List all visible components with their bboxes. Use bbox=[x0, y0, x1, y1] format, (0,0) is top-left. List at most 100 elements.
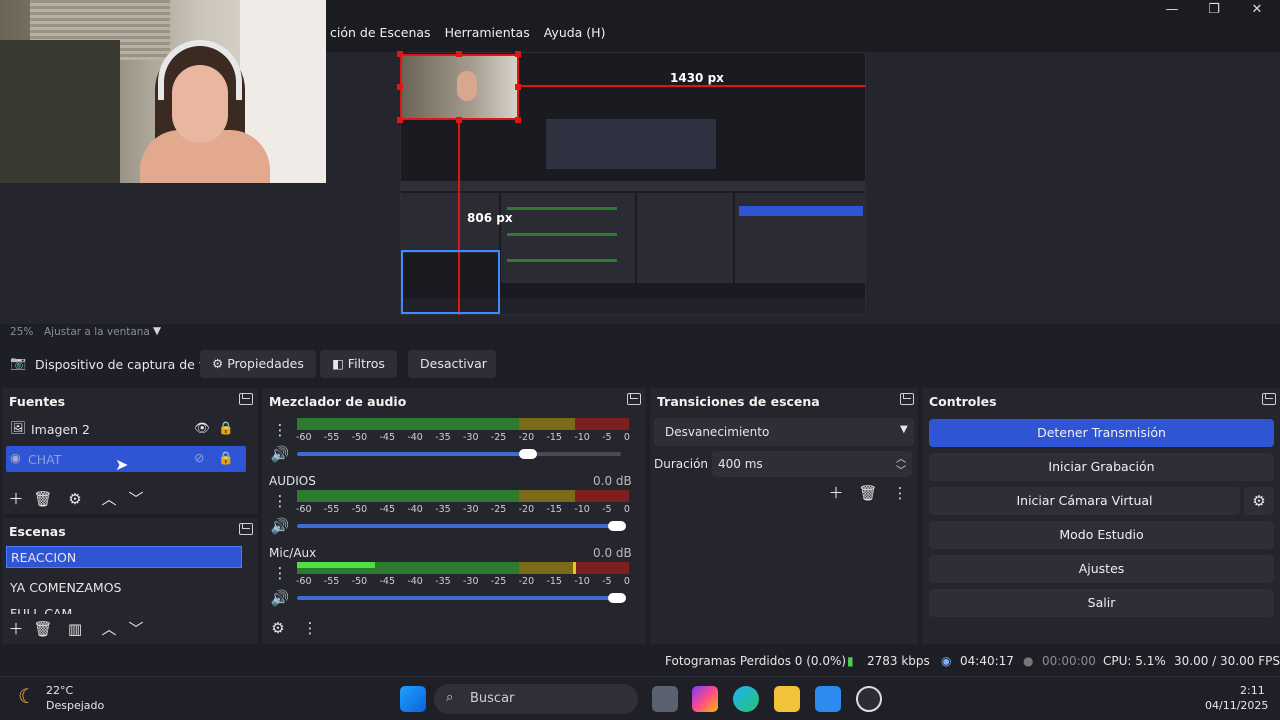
copilot-icon[interactable] bbox=[692, 686, 718, 712]
studio-mode-button[interactable]: Modo Estudio bbox=[929, 521, 1274, 549]
start-recording-button[interactable]: Iniciar Grabación bbox=[929, 453, 1274, 481]
speaker-icon[interactable]: 🔊 bbox=[269, 587, 291, 609]
properties-label: Propiedades bbox=[227, 356, 304, 371]
resize-handle[interactable] bbox=[515, 117, 521, 123]
lock-icon[interactable]: 🔒 bbox=[218, 420, 234, 436]
transitions-title: Transiciones de escena bbox=[657, 394, 820, 409]
speaker-icon[interactable]: 🔊 bbox=[269, 443, 291, 465]
moon-icon: ☾ bbox=[18, 684, 36, 708]
channel-name: AUDIOS bbox=[269, 474, 316, 488]
status-bar: Fotogramas Perdidos 0 (0.0%) ▮ 2783 kbps… bbox=[0, 648, 1280, 676]
resize-handle[interactable] bbox=[456, 117, 462, 123]
kebab-menu-icon[interactable]: ⋮ bbox=[269, 562, 291, 584]
obs-icon[interactable] bbox=[856, 686, 882, 712]
scenes-dock: Escenas REACCION YA COMENZAMOS FULL CAM … bbox=[2, 518, 258, 644]
edge-icon[interactable] bbox=[733, 686, 759, 712]
close-button[interactable]: ✕ bbox=[1237, 2, 1277, 20]
gear-icon[interactable]: ⚙ bbox=[267, 617, 289, 639]
channel-name: Mic/Aux bbox=[269, 546, 317, 560]
scene-item-selected[interactable]: REACCION bbox=[6, 546, 242, 568]
kebab-menu-icon[interactable]: ⋮ bbox=[299, 617, 321, 639]
mixer-title: Mezclador de audio bbox=[269, 394, 407, 409]
trash-icon[interactable]: 🗑 bbox=[857, 482, 879, 504]
resize-handle[interactable] bbox=[397, 51, 403, 57]
record-time: 00:00:00 bbox=[1042, 654, 1096, 668]
gear-icon: ⚙ bbox=[212, 356, 224, 371]
windows-start-icon[interactable] bbox=[400, 686, 426, 712]
transition-select[interactable]: Desvanecimiento ▼ bbox=[654, 418, 914, 446]
zoom-fit-label[interactable]: Ajustar a la ventana bbox=[44, 326, 150, 338]
menu-item-scene-collection[interactable]: ción de Escenas bbox=[330, 25, 431, 40]
chevron-down-icon[interactable]: ﹀ bbox=[896, 462, 906, 477]
file-explorer-icon[interactable] bbox=[774, 686, 800, 712]
volume-slider[interactable] bbox=[297, 596, 621, 600]
filter-icon: ◧ bbox=[332, 356, 344, 371]
undock-icon[interactable] bbox=[1262, 393, 1276, 405]
properties-button[interactable]: ⚙ Propiedades bbox=[200, 350, 316, 378]
eye-icon[interactable]: 👁 bbox=[194, 420, 210, 436]
undock-icon[interactable] bbox=[239, 523, 253, 535]
volume-knob[interactable] bbox=[519, 449, 537, 459]
task-view-icon[interactable] bbox=[652, 686, 678, 712]
chevron-down-icon[interactable]: ▼ bbox=[153, 325, 161, 337]
audio-meter bbox=[297, 418, 629, 430]
resize-handle[interactable] bbox=[515, 51, 521, 57]
store-icon[interactable] bbox=[815, 686, 841, 712]
deactivate-button[interactable]: Desactivar bbox=[408, 350, 496, 378]
scenes-title: Escenas bbox=[9, 524, 66, 539]
add-icon[interactable]: ＋ bbox=[825, 482, 847, 504]
volume-slider[interactable] bbox=[297, 524, 621, 528]
filters-label: Filtros bbox=[347, 356, 385, 371]
lock-icon[interactable]: 🔒 bbox=[218, 450, 234, 466]
eye-hidden-icon[interactable]: ⊘ bbox=[194, 450, 204, 465]
chevron-down-icon[interactable]: ﹀ bbox=[125, 488, 147, 510]
kebab-menu-icon[interactable]: ⋮ bbox=[889, 482, 911, 504]
stream-time: 04:40:17 bbox=[960, 654, 1014, 668]
undock-icon[interactable] bbox=[627, 393, 641, 405]
selected-source-box[interactable] bbox=[400, 54, 519, 120]
resize-handle[interactable] bbox=[397, 84, 403, 90]
resize-handle[interactable] bbox=[397, 117, 403, 123]
taskbar-search[interactable]: ⌕ Buscar bbox=[434, 684, 638, 714]
gear-icon[interactable]: ⚙ bbox=[64, 488, 86, 510]
filters-button[interactable]: ◧ Filtros bbox=[320, 350, 397, 378]
exit-button[interactable]: Salir bbox=[929, 589, 1274, 617]
undock-icon[interactable] bbox=[239, 393, 253, 405]
duration-input[interactable]: 400 ms ︿ ﹀ bbox=[712, 451, 912, 477]
kebab-menu-icon[interactable]: ⋮ bbox=[269, 419, 291, 441]
gear-icon[interactable]: ⚙ bbox=[1244, 487, 1274, 515]
menu-item-tools[interactable]: Herramientas bbox=[445, 25, 530, 40]
clock-date: 04/11/2025 bbox=[1205, 699, 1269, 712]
zoom-bar: 25% Ajustar a la ventana ▼ bbox=[0, 324, 1280, 342]
speaker-icon[interactable]: 🔊 bbox=[269, 515, 291, 537]
search-placeholder: Buscar bbox=[470, 691, 515, 706]
chevron-up-icon[interactable]: ︿ bbox=[98, 488, 120, 510]
volume-knob[interactable] bbox=[608, 521, 626, 531]
menu-item-help[interactable]: Ayuda (H) bbox=[544, 25, 606, 40]
trash-icon[interactable]: 🗑 bbox=[32, 618, 54, 640]
trash-icon[interactable]: 🗑 bbox=[32, 488, 54, 510]
virtual-camera-button[interactable]: Iniciar Cámara Virtual bbox=[929, 487, 1240, 515]
settings-button[interactable]: Ajustes bbox=[929, 555, 1274, 583]
minimize-button[interactable]: — bbox=[1152, 2, 1192, 20]
resize-handle[interactable] bbox=[456, 51, 462, 57]
volume-knob[interactable] bbox=[608, 593, 626, 603]
chevron-down-icon[interactable]: ﹀ bbox=[125, 618, 147, 640]
cpu-usage: CPU: 5.1% bbox=[1103, 654, 1166, 668]
stop-stream-button[interactable]: Detener Transmisión bbox=[929, 419, 1274, 447]
duration-value: 400 ms bbox=[718, 457, 763, 471]
add-icon[interactable]: ＋ bbox=[5, 488, 27, 510]
scene-label: FULL CAM bbox=[10, 606, 73, 614]
chevron-up-icon[interactable]: ︿ bbox=[98, 618, 120, 640]
scene-item[interactable]: FULL CAM bbox=[6, 604, 242, 614]
scene-item[interactable]: YA COMENZAMOS bbox=[6, 576, 242, 602]
add-icon[interactable]: ＋ bbox=[5, 618, 27, 640]
audio-meter bbox=[297, 490, 629, 502]
kebab-menu-icon[interactable]: ⋮ bbox=[269, 490, 291, 512]
undock-icon[interactable] bbox=[900, 393, 914, 405]
resize-handle[interactable] bbox=[515, 84, 521, 90]
source-item[interactable]: 🖼 Imagen 2 👁 🔒 bbox=[6, 416, 246, 442]
filter-icon[interactable]: ▥ bbox=[64, 618, 86, 640]
maximize-button[interactable]: ❐ bbox=[1194, 2, 1234, 20]
volume-slider[interactable] bbox=[297, 452, 529, 456]
